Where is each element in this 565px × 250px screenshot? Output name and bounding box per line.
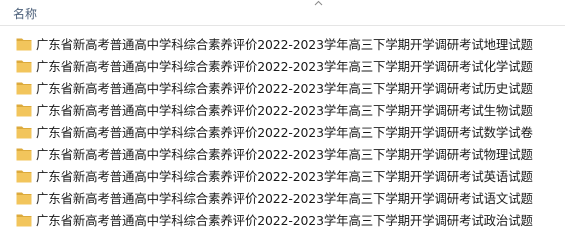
folder-row[interactable]: 广东省新高考普通高中学科综合素养评价2022-2023学年高三下学期开学调研考试…: [0, 143, 565, 165]
folder-row[interactable]: 广东省新高考普通高中学科综合素养评价2022-2023学年高三下学期开学调研考试…: [0, 55, 565, 77]
folder-name: 广东省新高考普通高中学科综合素养评价2022-2023学年高三下学期开学调研考试…: [36, 191, 533, 206]
folder-name: 广东省新高考普通高中学科综合素养评价2022-2023学年高三下学期开学调研考试…: [36, 37, 533, 52]
folder-row[interactable]: 广东省新高考普通高中学科综合素养评价2022-2023学年高三下学期开学调研考试…: [0, 77, 565, 99]
folder-icon: [16, 60, 32, 73]
folder-name: 广东省新高考普通高中学科综合素养评价2022-2023学年高三下学期开学调研考试…: [36, 103, 533, 118]
folder-icon: [16, 214, 32, 227]
folder-row[interactable]: 广东省新高考普通高中学科综合素养评价2022-2023学年高三下学期开学调研考试…: [0, 33, 565, 55]
folder-icon: [16, 192, 32, 205]
folder-row[interactable]: 广东省新高考普通高中学科综合素养评价2022-2023学年高三下学期开学调研考试…: [0, 187, 565, 209]
folder-row[interactable]: 广东省新高考普通高中学科综合素养评价2022-2023学年高三下学期开学调研考试…: [0, 99, 565, 121]
file-explorer: 名称 广东省新高考普通高中学科综合素养评价2022-2023学年高三下学期开学调…: [0, 0, 565, 250]
file-list: 广东省新高考普通高中学科综合素养评价2022-2023学年高三下学期开学调研考试…: [0, 33, 565, 231]
column-header-name[interactable]: 名称: [13, 7, 37, 21]
folder-row[interactable]: 广东省新高考普通高中学科综合素养评价2022-2023学年高三下学期开学调研考试…: [0, 121, 565, 143]
folder-name: 广东省新高考普通高中学科综合素养评价2022-2023学年高三下学期开学调研考试…: [36, 81, 533, 96]
folder-icon: [16, 38, 32, 51]
folder-icon: [16, 126, 32, 139]
folder-name: 广东省新高考普通高中学科综合素养评价2022-2023学年高三下学期开学调研考试…: [36, 59, 533, 74]
folder-name: 广东省新高考普通高中学科综合素养评价2022-2023学年高三下学期开学调研考试…: [36, 147, 533, 162]
folder-name: 广东省新高考普通高中学科综合素养评价2022-2023学年高三下学期开学调研考试…: [36, 125, 533, 140]
folder-icon: [16, 170, 32, 183]
folder-row[interactable]: 广东省新高考普通高中学科综合素养评价2022-2023学年高三下学期开学调研考试…: [0, 165, 565, 187]
column-header-bar: 名称: [0, 0, 565, 26]
folder-icon: [16, 82, 32, 95]
folder-row[interactable]: 广东省新高考普通高中学科综合素养评价2022-2023学年高三下学期开学调研考试…: [0, 209, 565, 231]
folder-name: 广东省新高考普通高中学科综合素养评价2022-2023学年高三下学期开学调研考试…: [36, 213, 533, 228]
folder-icon: [16, 148, 32, 161]
folder-icon: [16, 104, 32, 117]
folder-name: 广东省新高考普通高中学科综合素养评价2022-2023学年高三下学期开学调研考试…: [36, 169, 533, 184]
chevron-up-icon: [314, 0, 323, 6]
